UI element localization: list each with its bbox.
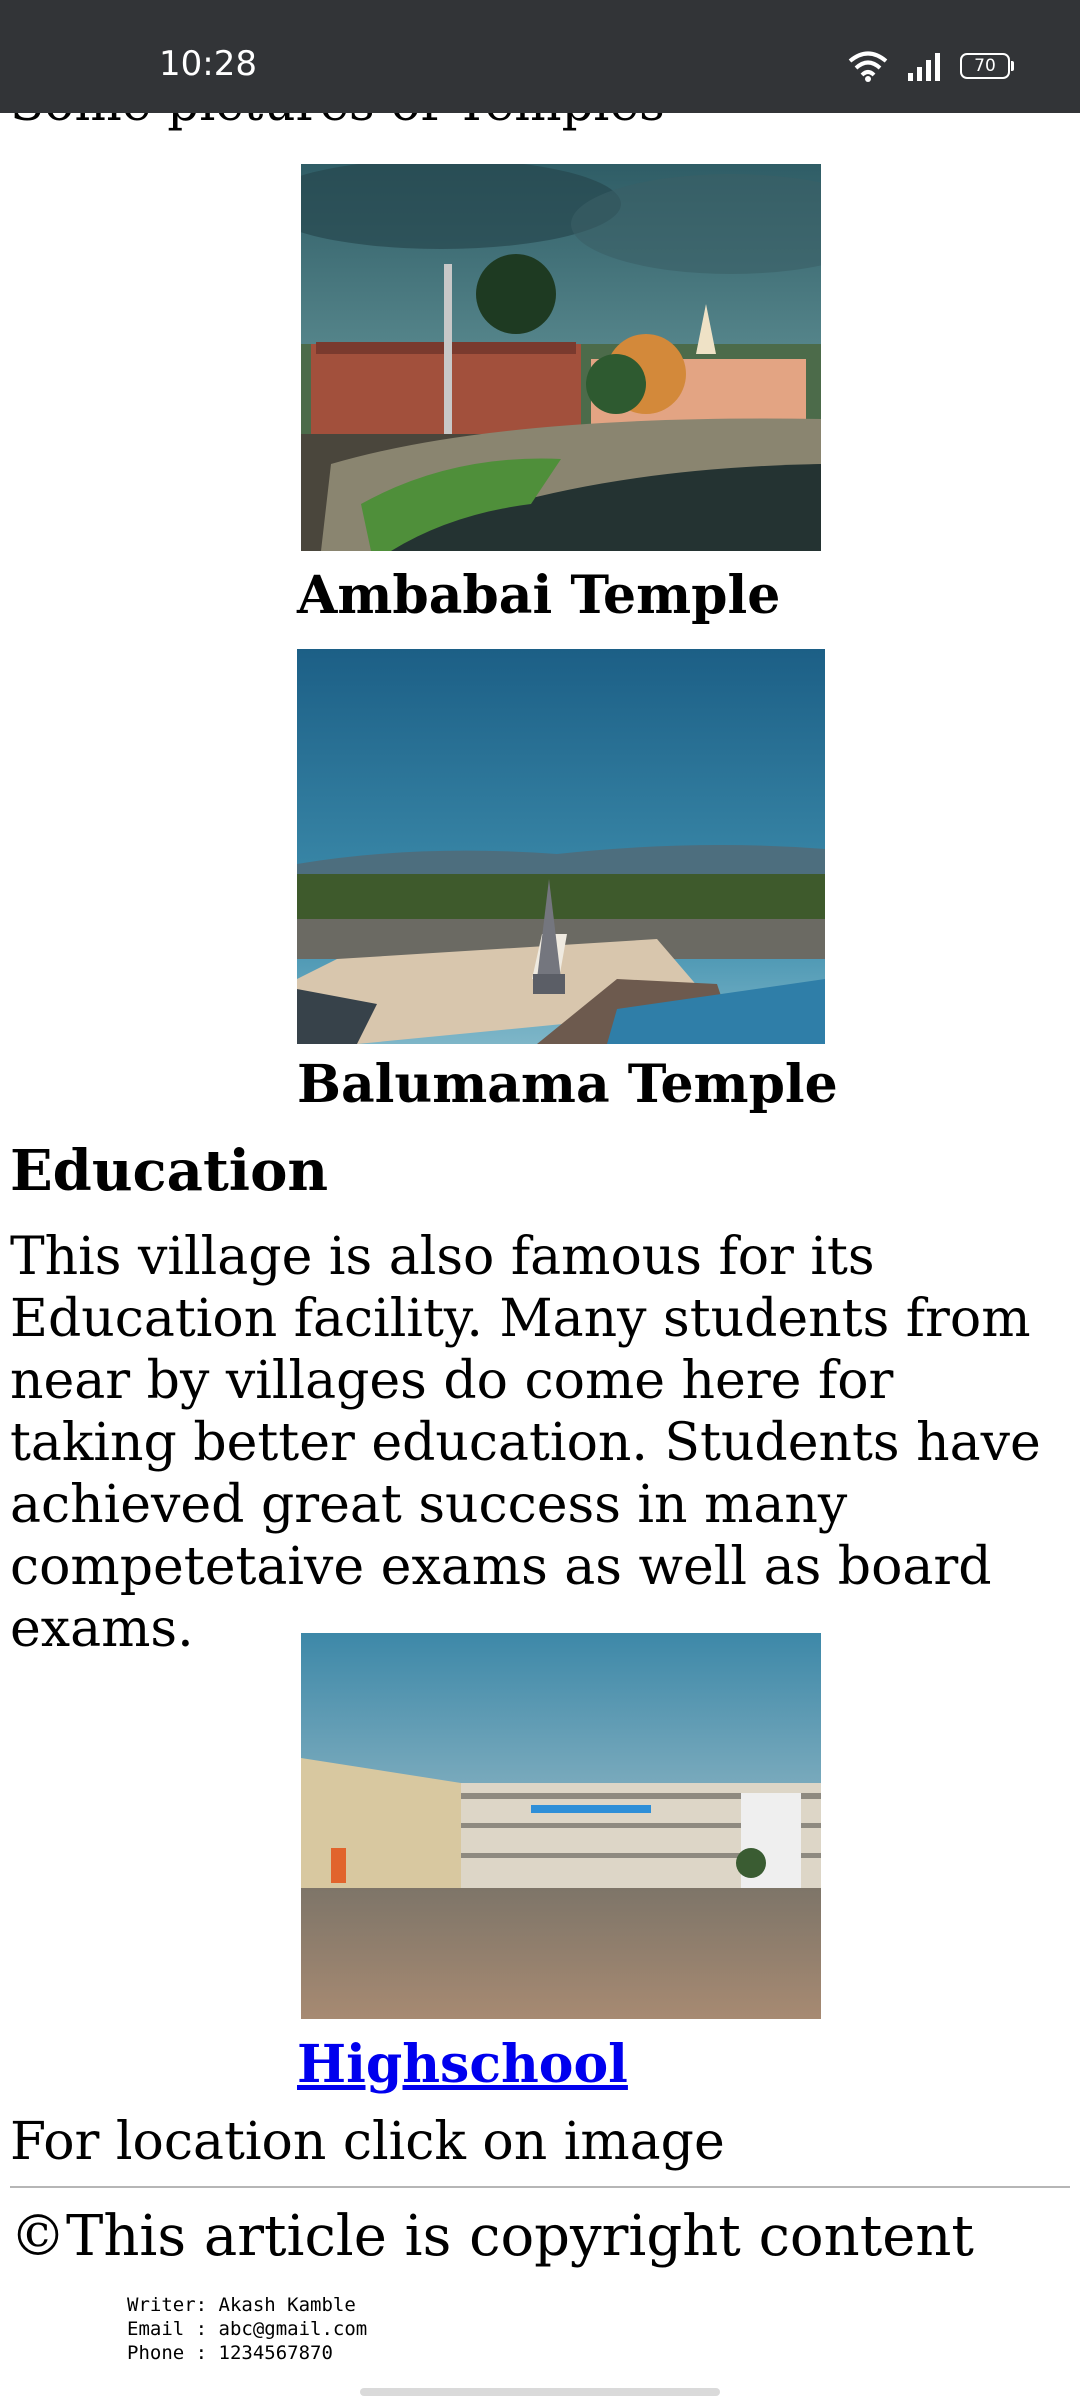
author-email: Email : abc@gmail.com [127,2318,368,2340]
balumama-temple-image[interactable] [297,649,825,1044]
ambabai-temple-caption: Ambabai Temple [297,565,781,626]
status-icons: 70 [848,50,1014,82]
wifi-icon [848,51,888,82]
education-paragraph: This village is also famous for its Educ… [10,1227,1041,1659]
location-note: For location click on image [10,2112,725,2172]
copyright-notice: ©This article is copyright content [10,2204,974,2269]
status-time: 10:28 [159,44,257,84]
footer-divider [10,2186,1070,2188]
education-heading: Education [10,1138,329,1204]
author-info: Writer: Akash Kamble Email : abc@gmail.co… [127,2293,367,2365]
signal-icon [908,53,940,81]
ambabai-temple-image[interactable] [301,164,821,551]
highschool-image[interactable] [301,1633,821,2019]
status-bar: 10:28 70 [0,0,1080,113]
highschool-caption: Highschool [297,2034,628,2095]
balumama-temple-caption: Balumama Temple [297,1054,838,1115]
gesture-bar[interactable] [360,2388,720,2396]
author-writer: Writer: Akash Kamble [127,2294,356,2316]
author-phone: Phone : 1234567870 [127,2342,333,2364]
battery-icon: 70 [960,53,1014,79]
highschool-link[interactable]: Highschool [297,2034,628,2095]
